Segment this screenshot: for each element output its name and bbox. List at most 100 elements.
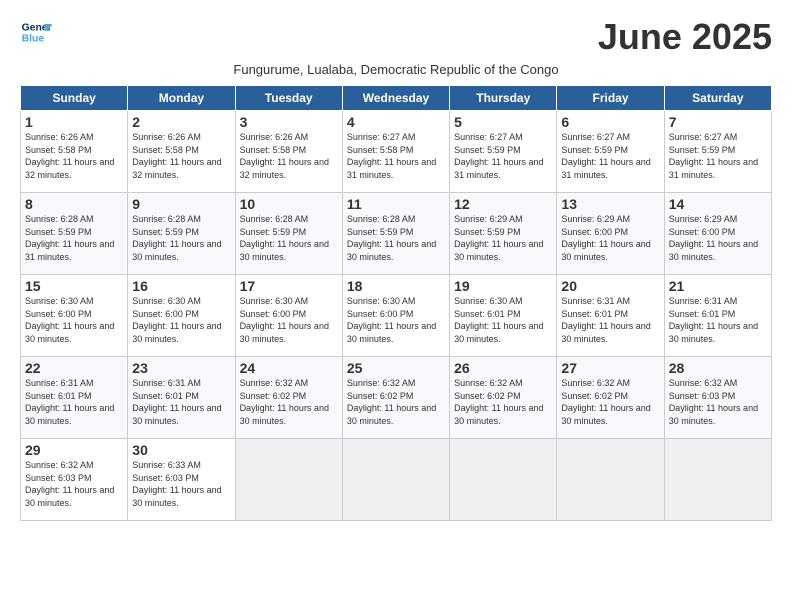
day-info: Sunrise: 6:32 AM Sunset: 6:03 PM Dayligh… [669,377,767,427]
day-info: Sunrise: 6:28 AM Sunset: 5:59 PM Dayligh… [132,213,230,263]
calendar-cell: 2 Sunrise: 6:26 AM Sunset: 5:58 PM Dayli… [128,111,235,193]
day-number: 3 [240,114,338,130]
calendar-cell: 18 Sunrise: 6:30 AM Sunset: 6:00 PM Dayl… [342,275,449,357]
calendar-cell: 13 Sunrise: 6:29 AM Sunset: 6:00 PM Dayl… [557,193,664,275]
calendar-table: SundayMondayTuesdayWednesdayThursdayFrid… [20,85,772,521]
day-number: 10 [240,196,338,212]
day-info: Sunrise: 6:32 AM Sunset: 6:02 PM Dayligh… [240,377,338,427]
day-info: Sunrise: 6:27 AM Sunset: 5:59 PM Dayligh… [561,131,659,181]
calendar-cell: 20 Sunrise: 6:31 AM Sunset: 6:01 PM Dayl… [557,275,664,357]
day-number: 16 [132,278,230,294]
day-number: 11 [347,196,445,212]
calendar-cell: 16 Sunrise: 6:30 AM Sunset: 6:00 PM Dayl… [128,275,235,357]
logo: General Blue [20,16,52,48]
day-info: Sunrise: 6:26 AM Sunset: 5:58 PM Dayligh… [25,131,123,181]
calendar-cell: 24 Sunrise: 6:32 AM Sunset: 6:02 PM Dayl… [235,357,342,439]
day-info: Sunrise: 6:29 AM Sunset: 5:59 PM Dayligh… [454,213,552,263]
day-number: 28 [669,360,767,376]
calendar-cell: 8 Sunrise: 6:28 AM Sunset: 5:59 PM Dayli… [21,193,128,275]
week-row-4: 22 Sunrise: 6:31 AM Sunset: 6:01 PM Dayl… [21,357,772,439]
day-number: 17 [240,278,338,294]
calendar-cell: 9 Sunrise: 6:28 AM Sunset: 5:59 PM Dayli… [128,193,235,275]
calendar-cell: 26 Sunrise: 6:32 AM Sunset: 6:02 PM Dayl… [450,357,557,439]
day-number: 14 [669,196,767,212]
day-number: 21 [669,278,767,294]
day-info: Sunrise: 6:26 AM Sunset: 5:58 PM Dayligh… [240,131,338,181]
day-number: 4 [347,114,445,130]
day-number: 27 [561,360,659,376]
weekday-header-saturday: Saturday [664,86,771,111]
weekday-header-sunday: Sunday [21,86,128,111]
weekday-header-row: SundayMondayTuesdayWednesdayThursdayFrid… [21,86,772,111]
day-info: Sunrise: 6:33 AM Sunset: 6:03 PM Dayligh… [132,459,230,509]
day-info: Sunrise: 6:32 AM Sunset: 6:02 PM Dayligh… [454,377,552,427]
day-number: 23 [132,360,230,376]
day-number: 2 [132,114,230,130]
day-number: 5 [454,114,552,130]
calendar-cell [664,439,771,521]
day-info: Sunrise: 6:28 AM Sunset: 5:59 PM Dayligh… [25,213,123,263]
day-info: Sunrise: 6:31 AM Sunset: 6:01 PM Dayligh… [25,377,123,427]
day-number: 30 [132,442,230,458]
day-number: 29 [25,442,123,458]
day-number: 6 [561,114,659,130]
day-info: Sunrise: 6:32 AM Sunset: 6:02 PM Dayligh… [347,377,445,427]
calendar-cell: 23 Sunrise: 6:31 AM Sunset: 6:01 PM Dayl… [128,357,235,439]
calendar-cell [342,439,449,521]
calendar-cell: 25 Sunrise: 6:32 AM Sunset: 6:02 PM Dayl… [342,357,449,439]
calendar-cell: 21 Sunrise: 6:31 AM Sunset: 6:01 PM Dayl… [664,275,771,357]
calendar-cell: 19 Sunrise: 6:30 AM Sunset: 6:01 PM Dayl… [450,275,557,357]
calendar-cell: 10 Sunrise: 6:28 AM Sunset: 5:59 PM Dayl… [235,193,342,275]
week-row-5: 29 Sunrise: 6:32 AM Sunset: 6:03 PM Dayl… [21,439,772,521]
day-info: Sunrise: 6:32 AM Sunset: 6:02 PM Dayligh… [561,377,659,427]
calendar-cell: 28 Sunrise: 6:32 AM Sunset: 6:03 PM Dayl… [664,357,771,439]
day-info: Sunrise: 6:27 AM Sunset: 5:58 PM Dayligh… [347,131,445,181]
day-info: Sunrise: 6:30 AM Sunset: 6:01 PM Dayligh… [454,295,552,345]
calendar-cell: 27 Sunrise: 6:32 AM Sunset: 6:02 PM Dayl… [557,357,664,439]
calendar-cell: 4 Sunrise: 6:27 AM Sunset: 5:58 PM Dayli… [342,111,449,193]
day-number: 1 [25,114,123,130]
day-number: 26 [454,360,552,376]
day-number: 19 [454,278,552,294]
calendar-cell: 22 Sunrise: 6:31 AM Sunset: 6:01 PM Dayl… [21,357,128,439]
weekday-header-thursday: Thursday [450,86,557,111]
day-number: 9 [132,196,230,212]
calendar-cell: 30 Sunrise: 6:33 AM Sunset: 6:03 PM Dayl… [128,439,235,521]
calendar-cell [450,439,557,521]
week-row-1: 1 Sunrise: 6:26 AM Sunset: 5:58 PM Dayli… [21,111,772,193]
calendar-cell: 1 Sunrise: 6:26 AM Sunset: 5:58 PM Dayli… [21,111,128,193]
day-info: Sunrise: 6:31 AM Sunset: 6:01 PM Dayligh… [561,295,659,345]
day-number: 13 [561,196,659,212]
day-info: Sunrise: 6:30 AM Sunset: 6:00 PM Dayligh… [240,295,338,345]
day-number: 7 [669,114,767,130]
day-info: Sunrise: 6:30 AM Sunset: 6:00 PM Dayligh… [347,295,445,345]
day-number: 24 [240,360,338,376]
weekday-header-tuesday: Tuesday [235,86,342,111]
week-row-2: 8 Sunrise: 6:28 AM Sunset: 5:59 PM Dayli… [21,193,772,275]
day-info: Sunrise: 6:31 AM Sunset: 6:01 PM Dayligh… [132,377,230,427]
day-info: Sunrise: 6:26 AM Sunset: 5:58 PM Dayligh… [132,131,230,181]
day-info: Sunrise: 6:28 AM Sunset: 5:59 PM Dayligh… [240,213,338,263]
weekday-header-monday: Monday [128,86,235,111]
calendar-cell: 7 Sunrise: 6:27 AM Sunset: 5:59 PM Dayli… [664,111,771,193]
calendar-cell: 12 Sunrise: 6:29 AM Sunset: 5:59 PM Dayl… [450,193,557,275]
month-title: June 2025 [598,16,772,58]
calendar-cell: 17 Sunrise: 6:30 AM Sunset: 6:00 PM Dayl… [235,275,342,357]
calendar-cell: 3 Sunrise: 6:26 AM Sunset: 5:58 PM Dayli… [235,111,342,193]
day-number: 22 [25,360,123,376]
day-number: 12 [454,196,552,212]
header: General Blue June 2025 [20,16,772,58]
svg-text:Blue: Blue [22,34,45,45]
weekday-header-friday: Friday [557,86,664,111]
day-number: 25 [347,360,445,376]
calendar-cell: 11 Sunrise: 6:28 AM Sunset: 5:59 PM Dayl… [342,193,449,275]
subtitle: Fungurume, Lualaba, Democratic Republic … [20,62,772,77]
day-info: Sunrise: 6:28 AM Sunset: 5:59 PM Dayligh… [347,213,445,263]
day-info: Sunrise: 6:27 AM Sunset: 5:59 PM Dayligh… [669,131,767,181]
calendar-cell: 5 Sunrise: 6:27 AM Sunset: 5:59 PM Dayli… [450,111,557,193]
day-info: Sunrise: 6:31 AM Sunset: 6:01 PM Dayligh… [669,295,767,345]
day-info: Sunrise: 6:32 AM Sunset: 6:03 PM Dayligh… [25,459,123,509]
day-info: Sunrise: 6:30 AM Sunset: 6:00 PM Dayligh… [25,295,123,345]
logo-icon: General Blue [20,16,52,48]
day-number: 15 [25,278,123,294]
